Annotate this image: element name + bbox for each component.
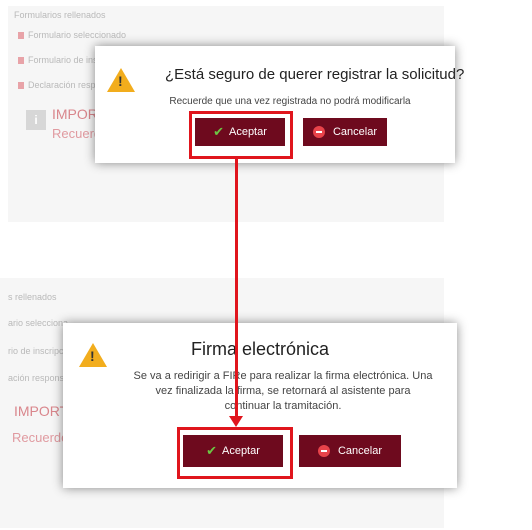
document-icon bbox=[18, 32, 24, 40]
flow-arrow-head bbox=[229, 416, 243, 427]
bottom-form-item[interactable]: rio de inscripci bbox=[8, 346, 66, 356]
document-icon bbox=[18, 57, 24, 65]
accept-button-highlight bbox=[189, 111, 293, 159]
cancel-button[interactable]: Cancelar bbox=[303, 118, 387, 146]
warning-exclamation: ! bbox=[118, 73, 123, 89]
minus-circle-icon bbox=[312, 126, 325, 138]
minus-circle-icon bbox=[317, 445, 330, 457]
dialog-title: Firma electrónica bbox=[190, 339, 330, 359]
top-form-item[interactable]: Formulario seleccionado bbox=[18, 30, 126, 40]
bottom-section-title: s rellenados bbox=[8, 292, 57, 302]
document-icon bbox=[18, 82, 24, 90]
dialog-message: Recuerde que una vez registrada no podrá… bbox=[169, 96, 411, 107]
flow-arrow-line bbox=[235, 159, 238, 417]
info-icon: i bbox=[26, 110, 46, 130]
cancel-button[interactable]: Cancelar bbox=[299, 435, 401, 467]
remember-label: Recuerde bbox=[12, 430, 69, 445]
bottom-form-item[interactable]: ario selecciona bbox=[8, 318, 68, 328]
dialog-message: Se va a redirigir a FIRe para realizar l… bbox=[133, 370, 433, 412]
top-section-title: Formularios rellenados bbox=[14, 10, 106, 20]
accept-button-highlight bbox=[177, 427, 293, 479]
dialog-title: ¿Está seguro de querer registrar la soli… bbox=[165, 66, 465, 83]
